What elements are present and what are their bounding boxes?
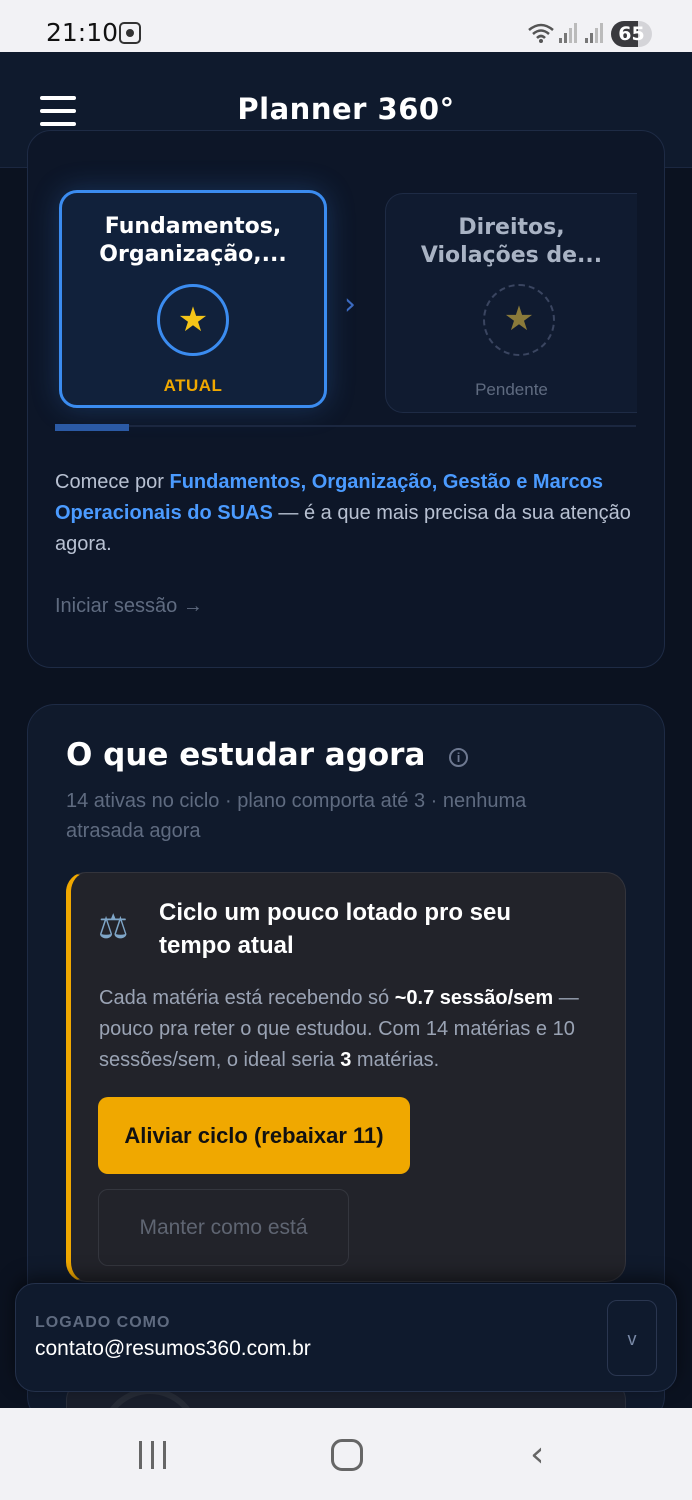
section-title: O que estudar agora [66, 737, 426, 773]
ideal-count-value: 3 [340, 1049, 352, 1071]
topic-title: Direitos, Violações de... [420, 215, 603, 268]
star-icon: ★ [177, 301, 209, 339]
system-nav-bar: ‹ [0, 1408, 692, 1500]
recommendation-text: Comece por Fundamentos, Organização, Ges… [55, 467, 645, 560]
warning-body-part: Cada matéria está recebendo só [99, 987, 395, 1009]
topic-step-pending[interactable]: Direitos, Violações de... ★ Pendente [385, 193, 637, 413]
topic-badge: ★ [483, 284, 555, 356]
back-icon[interactable]: ‹ [530, 1437, 544, 1473]
relieve-cycle-button[interactable]: Aliviar ciclo (rebaixar 11) [98, 1097, 410, 1174]
warning-title: Ciclo um pouco lotado pro seu tempo atua… [159, 899, 512, 959]
status-time: 21:10 [46, 18, 119, 47]
app-title: Planner 360° [237, 92, 455, 126]
keep-as-is-button[interactable]: Manter como está [98, 1189, 349, 1266]
chevron-right-icon: › [344, 287, 356, 322]
scale-icon: ⚖ [98, 908, 129, 946]
sessions-per-week-value: ~0.7 sessão/sem [394, 987, 554, 1009]
battery-indicator: 65 [611, 21, 652, 47]
topic-step-current[interactable]: Fundamentos, Organização,... ★ ATUAL [59, 190, 327, 408]
roadmap-scroll-indicator[interactable] [55, 424, 129, 431]
warning-body-part: matérias. [351, 1049, 440, 1071]
recents-icon[interactable] [139, 1441, 169, 1469]
screen-record-icon [119, 22, 141, 44]
home-icon[interactable] [331, 1439, 363, 1471]
topic-status: Pendente [475, 380, 548, 399]
warning-body: Cada matéria está recebendo só ~0.7 sess… [99, 983, 609, 1076]
status-bar: 21:10 65 [0, 0, 692, 52]
battery-percent: 65 [618, 23, 645, 45]
account-label: LOGADO COMO [35, 1314, 171, 1331]
recommendation-prefix: Comece por [55, 471, 170, 493]
wifi-icon [528, 23, 554, 43]
expand-account-button[interactable]: v [607, 1300, 657, 1376]
topic-title: Fundamentos, Organização,... [99, 214, 287, 267]
section-subtitle: 14 ativas no ciclo · plano comporta até … [66, 790, 527, 842]
star-icon: ★ [503, 300, 535, 338]
info-icon[interactable]: i [449, 748, 468, 767]
signal-icon [559, 23, 577, 43]
account-email: contato@resumos360.com.br [35, 1337, 311, 1360]
topic-badge: ★ [157, 284, 229, 356]
start-session-link[interactable]: Iniciar sessão → [55, 595, 203, 618]
roadmap-scroll-track [55, 425, 636, 427]
topic-status: ATUAL [163, 376, 223, 395]
signal-icon-2 [585, 23, 603, 43]
